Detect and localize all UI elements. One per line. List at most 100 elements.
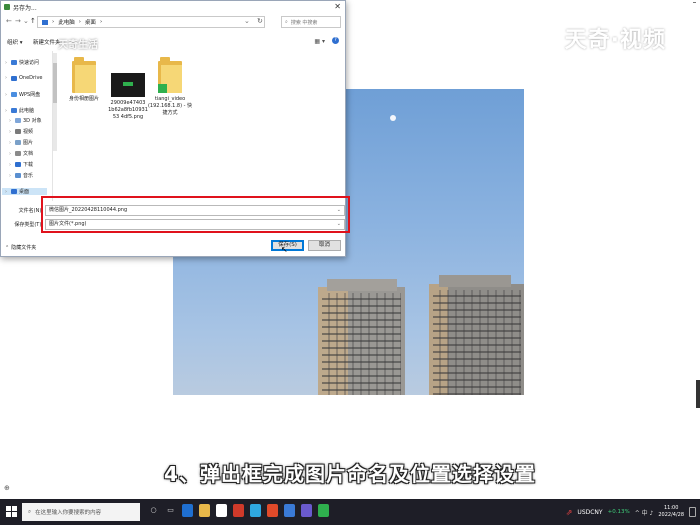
hide-folders-toggle[interactable]: ⌃ 隐藏文件夹 bbox=[5, 244, 36, 252]
picture-icon bbox=[15, 140, 21, 145]
wps-icon[interactable] bbox=[233, 504, 244, 517]
recent-dropdown-icon[interactable]: ⌄ bbox=[23, 17, 29, 25]
dialog-title: 另存为... bbox=[13, 4, 37, 12]
sidebar-item-document[interactable]: › 文档 bbox=[9, 150, 34, 158]
navigation-pane: › 快速访问 › OneDrive › WPS网盘 › 此电脑 › 3D 对象 › 视频 › 图片 › 文档 ›… bbox=[1, 51, 53, 201]
app-icon bbox=[4, 4, 10, 10]
sidebar-item-label: 3D 对象 bbox=[23, 118, 42, 124]
nav-scrollbar[interactable] bbox=[53, 53, 57, 151]
right-edge-mark bbox=[693, 2, 696, 5]
address-dropdown-icon[interactable]: ⌄ bbox=[244, 17, 250, 25]
sidebar-item-cloud[interactable]: › WPS网盘 bbox=[5, 91, 41, 99]
moon bbox=[390, 115, 396, 121]
filetype-label: 保存类型(T): bbox=[14, 222, 43, 228]
breadcrumb-desktop[interactable]: 桌面 bbox=[85, 18, 96, 26]
search-icon: ⌕ bbox=[285, 19, 288, 25]
organize-button[interactable]: 组织 ▾ bbox=[7, 38, 23, 46]
file-list: 身份相册图片 29009e47403 1b62a8fb10931 53 4df5… bbox=[61, 53, 341, 193]
chevron-right-icon[interactable]: › bbox=[5, 92, 9, 98]
sidebar-item-label: 快速访问 bbox=[19, 60, 40, 66]
sidebar-item-label: WPS网盘 bbox=[19, 92, 41, 98]
sidebar-item-picture[interactable]: › 图片 bbox=[9, 139, 34, 147]
sidebar-item-download[interactable]: › 下载 bbox=[9, 161, 34, 169]
chevron-right-icon[interactable]: › bbox=[5, 60, 9, 66]
search-placeholder: 搜索 中搜索 bbox=[290, 19, 318, 26]
chevron-right-icon[interactable]: › bbox=[5, 75, 9, 81]
tray-icons[interactable]: ^ 中 ♪ bbox=[635, 508, 654, 517]
breadcrumb-this-pc[interactable]: 此电脑 bbox=[58, 18, 75, 26]
new-folder-button[interactable]: 新建文件夹 bbox=[33, 38, 61, 46]
task-view-icon[interactable]: ○ bbox=[148, 504, 159, 517]
app-icon[interactable] bbox=[267, 504, 278, 517]
chevron-right-icon[interactable]: › bbox=[9, 140, 13, 146]
wechat-icon[interactable] bbox=[318, 504, 329, 517]
forward-arrow-icon[interactable]: → bbox=[15, 17, 21, 25]
up-arrow-icon[interactable]: ↑ bbox=[30, 17, 36, 25]
stock-symbol[interactable]: USDCNY bbox=[577, 509, 602, 516]
chevron-right-icon[interactable]: › bbox=[9, 129, 13, 135]
star-icon bbox=[11, 60, 17, 65]
taskbar-search[interactable]: ⌕ 在这里输入你要搜索的内容 bbox=[22, 503, 140, 521]
file-item-image[interactable]: 29009e47403 1b62a8fb10931 53 4df5.png bbox=[105, 53, 151, 121]
sidebar-item-video[interactable]: › 视频 bbox=[9, 128, 33, 136]
address-row: ← → ⌄ ↑ › 此电脑 › 桌面 › ⌄ ↻ ⌕ 搜索 中搜索 bbox=[1, 15, 345, 29]
back-arrow-icon[interactable]: ← bbox=[6, 17, 12, 25]
help-icon[interactable]: ? bbox=[332, 37, 339, 44]
clock-time: 11:00 bbox=[663, 505, 679, 511]
cube-icon bbox=[15, 118, 21, 123]
computer-icon bbox=[11, 108, 17, 113]
sidebar-item-label: 文档 bbox=[23, 151, 34, 157]
file-explorer-icon[interactable] bbox=[199, 504, 210, 517]
refresh-icon[interactable]: ↻ bbox=[257, 17, 263, 25]
taskbar-apps: ○ ▭ bbox=[148, 504, 329, 517]
clock-date: 2022/4/28 bbox=[658, 512, 684, 518]
desktop-icon bbox=[11, 189, 17, 194]
sidebar-item-desktop[interactable]: › 桌面 bbox=[2, 188, 48, 195]
edge-browser-icon[interactable] bbox=[182, 504, 193, 517]
cancel-button[interactable]: 取消 bbox=[308, 240, 341, 251]
sidebar-item-label: 下载 bbox=[23, 162, 34, 168]
clock[interactable]: 11:00 2022/4/28 bbox=[658, 505, 684, 519]
chevron-right-icon[interactable]: › bbox=[9, 118, 13, 124]
search-box[interactable]: ⌕ 搜索 中搜索 bbox=[281, 16, 341, 28]
file-name: 29009e47403 1b62a8fb10931 53 4df5.png bbox=[108, 100, 148, 120]
address-bar[interactable]: › 此电脑 › 桌面 › bbox=[37, 16, 265, 28]
sidebar-item-label: 图片 bbox=[23, 140, 34, 146]
notification-icon[interactable] bbox=[689, 507, 696, 517]
taskbar: ⌕ 在这里输入你要搜索的内容 ○ ▭ ⇗ USDCNY +0.13% ^ 中 ♪… bbox=[0, 499, 700, 525]
app-icon[interactable] bbox=[284, 504, 295, 517]
sidebar-item-cube[interactable]: › 3D 对象 bbox=[9, 117, 42, 125]
building-right bbox=[429, 284, 524, 395]
app-icon[interactable] bbox=[250, 504, 261, 517]
view-options-icon[interactable]: ▦ ▾ bbox=[314, 38, 325, 45]
sidebar-item-star[interactable]: › 快速访问 bbox=[5, 59, 40, 67]
chevron-right-icon[interactable]: › bbox=[9, 151, 13, 157]
file-item-folder[interactable]: 身份相册图片 bbox=[61, 53, 107, 103]
download-icon bbox=[15, 162, 21, 167]
file-item-shortcut[interactable]: tiangi_video (192.168.1.8) - 快捷方式 bbox=[147, 53, 193, 117]
sidebar-item-music[interactable]: › 音乐 bbox=[9, 172, 34, 180]
app-icon[interactable] bbox=[301, 504, 312, 517]
sidebar-item-label: 桌面 bbox=[19, 189, 30, 195]
dialog-titlebar: 另存为... ✕ bbox=[1, 1, 345, 13]
watermark-small: 天奇生活 bbox=[58, 40, 98, 51]
save-as-dialog: 另存为... ✕ ← → ⌄ ↑ › 此电脑 › 桌面 › ⌄ ↻ ⌕ 搜索 中… bbox=[0, 0, 350, 257]
sidebar-item-cloud[interactable]: › OneDrive bbox=[5, 75, 43, 81]
highlight-annotation bbox=[41, 196, 350, 233]
chevron-right-icon[interactable]: › bbox=[9, 173, 13, 179]
app-icon[interactable] bbox=[216, 504, 227, 517]
mouse-cursor-icon: ↖ bbox=[281, 245, 288, 254]
multitask-icon[interactable]: ▭ bbox=[165, 504, 176, 517]
search-icon: ⌕ bbox=[28, 508, 32, 515]
stock-change: +0.13% bbox=[607, 509, 630, 515]
sidebar-item-computer[interactable]: › 此电脑 bbox=[5, 107, 34, 115]
chevron-right-icon[interactable]: › bbox=[5, 189, 9, 195]
right-edge-bar bbox=[696, 380, 700, 408]
chevron-right-icon[interactable]: › bbox=[9, 162, 13, 168]
chevron-right-icon[interactable]: › bbox=[5, 108, 9, 114]
close-icon[interactable]: ✕ bbox=[334, 2, 341, 11]
sidebar-item-label: OneDrive bbox=[19, 75, 43, 81]
subtitle-caption: 4、弹出框完成图片命名及位置选择设置 bbox=[164, 462, 536, 486]
start-button[interactable] bbox=[6, 506, 17, 517]
sidebar-item-label: 音乐 bbox=[23, 173, 34, 179]
